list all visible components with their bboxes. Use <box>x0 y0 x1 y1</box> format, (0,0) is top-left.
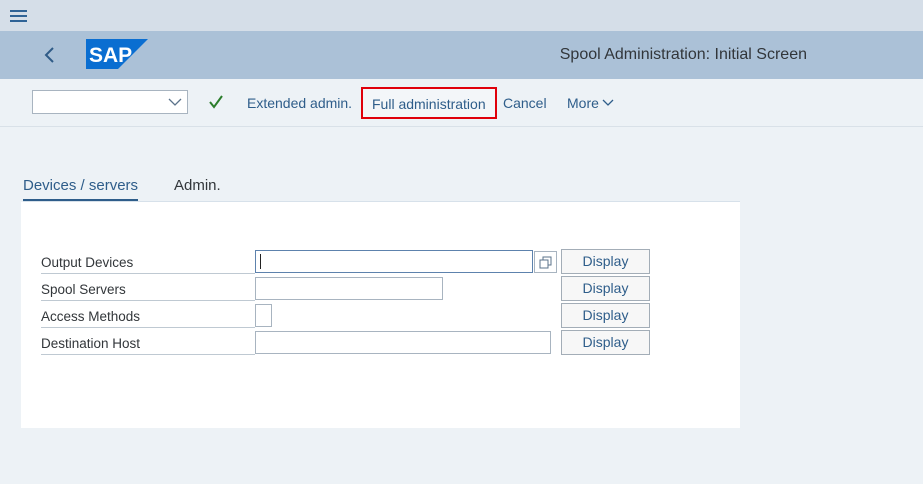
display-destination-host-button[interactable]: Display <box>561 330 650 355</box>
text-cursor <box>260 254 261 269</box>
hamburger-icon[interactable] <box>10 10 27 23</box>
spool-servers-label: Spool Servers <box>41 277 255 301</box>
cancel-button[interactable]: Cancel <box>503 95 547 111</box>
destination-host-label: Destination Host <box>41 331 255 355</box>
output-devices-input[interactable] <box>255 250 533 273</box>
chevron-left-icon[interactable] <box>40 45 60 65</box>
spool-servers-input[interactable] <box>255 277 443 300</box>
sap-logo-text: SAP <box>89 44 132 67</box>
chevron-down-icon <box>168 98 182 106</box>
more-button[interactable]: More <box>567 95 614 111</box>
top-menu-bar <box>0 0 923 31</box>
output-devices-label: Output Devices <box>41 250 255 274</box>
full-administration-button[interactable]: Full administration <box>361 87 497 119</box>
page-title: Spool Administration: Initial Screen <box>559 46 807 63</box>
access-methods-label: Access Methods <box>41 304 255 328</box>
destination-host-input[interactable] <box>255 331 551 354</box>
chevron-down-icon <box>602 99 614 106</box>
tab-devices-servers[interactable]: Devices / servers <box>23 177 139 201</box>
display-access-methods-button[interactable]: Display <box>561 303 650 328</box>
more-label: More <box>567 95 599 111</box>
extended-admin-button[interactable]: Extended admin. <box>247 95 352 111</box>
access-methods-input[interactable] <box>255 304 272 327</box>
display-spool-servers-button[interactable]: Display <box>561 276 650 301</box>
application-toolbar: Extended admin. Full administration Canc… <box>0 79 923 127</box>
value-help-icon[interactable] <box>534 251 557 273</box>
shell-bar: SAP Spool Administration: Initial Screen <box>0 31 923 79</box>
command-field[interactable] <box>32 90 188 114</box>
checkmark-icon[interactable] <box>208 94 224 110</box>
display-output-devices-button[interactable]: Display <box>561 249 650 274</box>
sap-logo: SAP <box>86 39 148 69</box>
tab-admin[interactable]: Admin. <box>174 177 221 194</box>
